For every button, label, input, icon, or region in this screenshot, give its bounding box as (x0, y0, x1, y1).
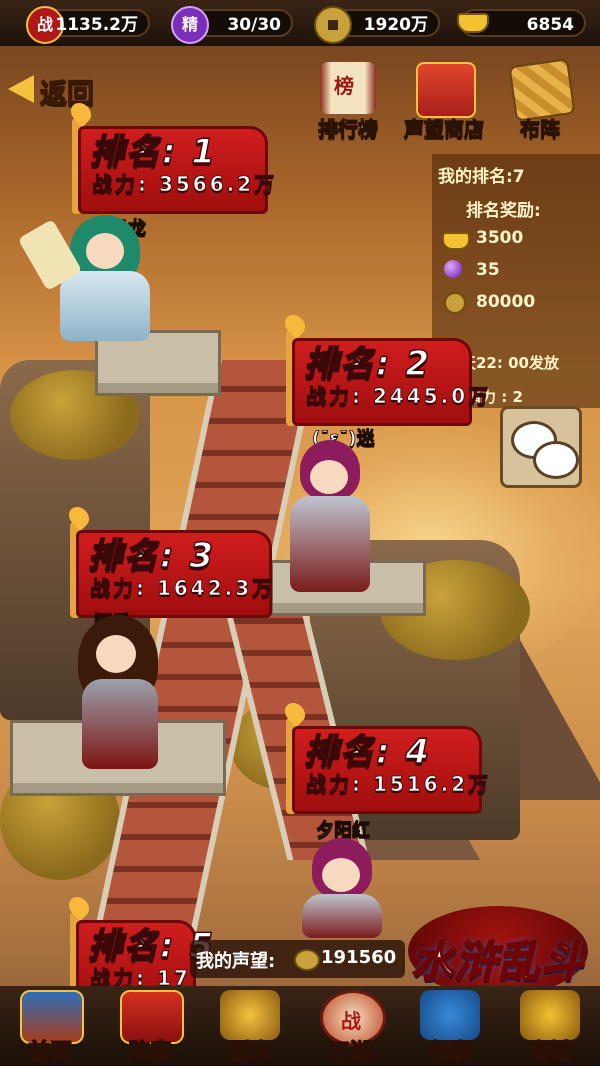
leaderboard-button[interactable]: 榜 排行榜 (308, 62, 388, 142)
copper-value: 1920万 (363, 15, 428, 35)
gold-ingot-icon (442, 228, 470, 250)
nav-lineup[interactable]: 阵容 (102, 986, 198, 1066)
rank-label: 排名: 1 (89, 131, 218, 172)
copper-coin-icon (444, 292, 470, 314)
back-arrow-icon (8, 75, 34, 103)
hero-character-1[interactable] (17, 215, 180, 345)
bottom-navigation: 首页 阵容 副本 战 江湖 包裹 商城 (0, 986, 600, 1066)
power-label: 战力: 1642.3万 (90, 576, 276, 601)
nav-jianghu[interactable]: 战 江湖 (302, 986, 398, 1066)
hero-character-2[interactable] (260, 440, 400, 600)
rank-banner-1[interactable]: 排名: 1 战力: 3566.2万 (66, 98, 275, 214)
gold-value: 6854 (526, 15, 574, 35)
nav-bag[interactable]: 包裹 (402, 986, 498, 1066)
copper-resource: 1920万 (314, 6, 440, 44)
gold-resource: 6854 (457, 9, 586, 37)
power-label: 战力: 1516.2万 (306, 772, 492, 797)
rank-banner-3[interactable]: 排名: 3 战力: 1642.3万 (64, 502, 276, 618)
formation-label: 布阵 (520, 117, 561, 142)
back-button[interactable]: 返回 (8, 70, 112, 111)
rank-reward-title: 排名奖励: (466, 201, 541, 221)
gold-ingot-icon (456, 6, 490, 40)
reputation-shop-label: 声望商店 (404, 117, 485, 142)
nav-shop-label: 商城 (527, 1039, 572, 1065)
bag-icon (420, 990, 480, 1040)
copper-coin-icon (314, 6, 352, 44)
reward-copper-value: 80000 (476, 292, 536, 312)
scroll-label: 榜 (334, 74, 354, 98)
game-logo-text: 水浒乱斗 (411, 936, 585, 987)
battle-power-value: 1135.2万 (55, 15, 138, 35)
power-label: 战力: 2445.0万 (306, 384, 492, 409)
energy-orb-icon: 精 (171, 6, 209, 44)
drum-label: 战 (341, 1009, 361, 1033)
my-reputation-bar: 我的声望: 191560 (190, 940, 405, 978)
nav-shop[interactable]: 商城 (502, 986, 598, 1066)
rank-label: 排名: 4 (303, 731, 432, 772)
reputation-shop-button[interactable]: 声望商店 (396, 62, 492, 142)
nav-home-label: 首页 (27, 1039, 72, 1065)
rank-label: 排名: 2 (303, 343, 432, 384)
reputation-value: 191560 (321, 947, 397, 968)
chat-button[interactable] (500, 406, 582, 488)
reputation-coin-icon (294, 949, 320, 971)
reward-gem-value: 35 (476, 260, 500, 280)
battle-power-resource: 战 1135.2万 (26, 6, 150, 44)
energy-value: 30/30 (227, 15, 281, 35)
nav-lineup-label: 阵容 (127, 1039, 172, 1065)
nav-dungeon[interactable]: 副本 (202, 986, 298, 1066)
power-label: 战力: 3566.2万 (92, 172, 278, 197)
hero-character-4[interactable] (272, 838, 412, 938)
leaderboard-label: 排行榜 (318, 117, 379, 142)
reward-gold-value: 3500 (476, 228, 524, 248)
purple-gem-icon (444, 260, 470, 282)
rank-label: 排名: 3 (87, 535, 216, 576)
reputation-label: 我的声望: (196, 951, 276, 972)
resource-bar: 战 1135.2万 精 30/30 1920万 6854 (0, 0, 600, 46)
energy-resource: 精 30/30 (171, 6, 293, 44)
formation-button[interactable]: 布阵 (500, 58, 580, 142)
gift-shop-icon (416, 62, 476, 118)
nav-home[interactable]: 首页 (2, 986, 98, 1066)
nav-dungeon-label: 副本 (227, 1039, 272, 1065)
my-rank-text: 我的排名:7 (438, 167, 525, 187)
crossed-weapons-icon (220, 990, 280, 1040)
nav-bag-label: 包裹 (427, 1039, 472, 1065)
game-logo: 水浒乱斗 (398, 896, 598, 1000)
nav-jianghu-label: 江湖 (327, 1039, 372, 1065)
hero-character-3[interactable] (60, 615, 180, 775)
scroll-leaderboard-icon: 榜 (320, 62, 376, 114)
shop-icon (520, 990, 580, 1040)
rank-banner-4[interactable]: 排名: 4 战力: 1516.2万 (280, 698, 489, 814)
rank-banner-2[interactable]: 排名: 2 战力: 2445.0万 (280, 310, 489, 426)
